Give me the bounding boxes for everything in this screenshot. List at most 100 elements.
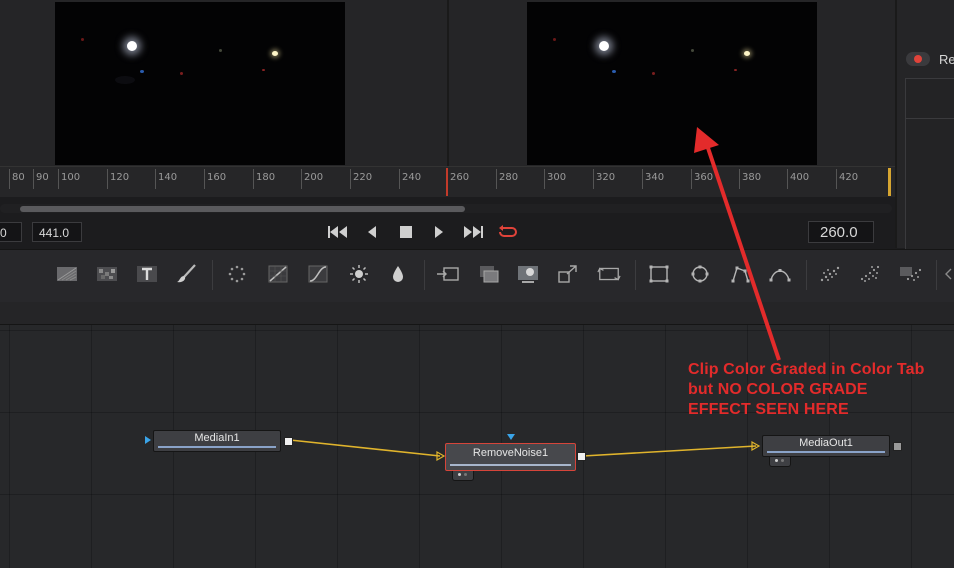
polygon-mask-icon: [731, 266, 750, 283]
ellipse-mask-tool-button[interactable]: [688, 262, 712, 286]
playhead[interactable]: [446, 168, 448, 196]
render-toggle-label: Re: [939, 52, 954, 67]
go-to-end-button[interactable]: [462, 223, 484, 241]
toolbar-separator: [635, 260, 636, 290]
ruler-tick: 160: [203, 169, 227, 189]
node-mediaout[interactable]: MediaOut1: [762, 435, 890, 457]
resize-icon: [597, 267, 621, 281]
node-removenoise[interactable]: RemoveNoise1: [445, 443, 576, 471]
more-tools-button[interactable]: [942, 262, 954, 286]
node-subtab-toggle[interactable]: [452, 471, 474, 481]
node-status-bar: [450, 464, 571, 466]
ruler-tick: 180: [252, 169, 276, 189]
skip-to-end-icon: [464, 226, 483, 238]
ruler-tick: 80: [9, 169, 25, 189]
play-icon: [435, 226, 443, 238]
viewer-right-image: [527, 2, 817, 165]
transform-tool-button[interactable]: [556, 262, 580, 286]
resize-tool-button[interactable]: [597, 262, 621, 286]
current-time-field[interactable]: 260.0: [808, 221, 874, 243]
skip-to-start-icon: [328, 226, 347, 238]
matte-control-tool-button[interactable]: [516, 262, 540, 286]
ruler-tick: 340: [641, 169, 665, 189]
ruler-tick: 300: [543, 169, 567, 189]
particle-emitter-tool-button[interactable]: [225, 262, 249, 286]
blur-tool-button[interactable]: [386, 262, 410, 286]
toolbar-separator: [936, 260, 937, 290]
transform-icon: [558, 265, 577, 283]
color-curves-tool-button[interactable]: [266, 262, 290, 286]
ruler-tick: 420: [835, 169, 859, 189]
play-reverse-icon: [368, 226, 376, 238]
go-to-start-button[interactable]: [327, 223, 349, 241]
node-mediain[interactable]: MediaIn1: [153, 430, 281, 452]
merge-icon: [437, 267, 459, 281]
viewer-left-image: [55, 2, 345, 165]
annotation-text: Clip Color Graded in Color Tab but NO CO…: [688, 360, 954, 420]
ruler-tick: 380: [738, 169, 762, 189]
node-output-port[interactable]: [284, 437, 293, 446]
annotation-line: but NO COLOR GRADE: [688, 381, 868, 398]
ruler-tick: 400: [786, 169, 810, 189]
rectangle-mask-icon: [649, 265, 669, 283]
particle-icon: [860, 265, 880, 282]
ruler-tick: 220: [349, 169, 373, 189]
text-tool-button[interactable]: [135, 262, 159, 286]
node-output-port[interactable]: [577, 452, 586, 461]
viewer-divider[interactable]: [447, 0, 449, 166]
background-tool-button[interactable]: [55, 262, 79, 286]
particle-tool-button[interactable]: [858, 262, 882, 286]
bspline-mask-tool-button[interactable]: [768, 262, 792, 286]
ruler-tick: 140: [154, 169, 178, 189]
ruler-tick: 90: [33, 169, 49, 189]
matte-control-icon: [518, 266, 538, 283]
polygon-mask-tool-button[interactable]: [728, 262, 752, 286]
node-subtab-toggle[interactable]: [769, 457, 791, 467]
step-back-button[interactable]: [361, 223, 383, 241]
blur-icon: [393, 266, 403, 282]
node-label: MediaOut1: [799, 437, 853, 449]
global-start-time-field[interactable]: 0: [0, 222, 22, 242]
render-end-marker[interactable]: [888, 168, 891, 196]
particle-render-tool-button[interactable]: [818, 262, 842, 286]
node-output-port[interactable]: [893, 442, 902, 451]
particle-style-tool-button[interactable]: [898, 262, 922, 286]
node-label: MediaIn1: [194, 432, 240, 444]
brightness-contrast-icon: [308, 265, 328, 283]
node-status-bar: [767, 451, 885, 453]
chevron-left-icon: [945, 268, 952, 280]
fast-noise-icon: [97, 267, 117, 281]
play-forward-button[interactable]: [428, 223, 450, 241]
channel-booleans-icon: [480, 266, 499, 283]
loop-button[interactable]: [496, 223, 518, 241]
timeline-scroll-thumb[interactable]: [20, 206, 465, 212]
ruler-tick: 260: [446, 169, 470, 189]
ellipse-mask-icon: [691, 265, 709, 283]
particle-style-icon: [900, 267, 922, 281]
color-corrector-icon: [350, 265, 368, 283]
render-toggle[interactable]: [906, 52, 930, 66]
ruler-tick: 280: [495, 169, 519, 189]
fast-noise-tool-button[interactable]: [95, 262, 119, 286]
brightness-contrast-tool-button[interactable]: [306, 262, 330, 286]
toolbar-separator: [424, 260, 425, 290]
node-label: RemoveNoise1: [472, 447, 549, 459]
loop-icon: [499, 225, 517, 237]
inspector-box: [905, 78, 954, 249]
ruler-tick: 200: [300, 169, 324, 189]
ruler-tick: 120: [106, 169, 130, 189]
toolbar-separator: [212, 260, 213, 290]
node-editor-header: [0, 302, 954, 325]
color-corrector-tool-button[interactable]: [347, 262, 371, 286]
inspector-divider: [906, 118, 954, 119]
merge-tool-button[interactable]: [436, 262, 460, 286]
annotation-line: EFFECT SEEN HERE: [688, 401, 849, 418]
stop-button[interactable]: [395, 223, 417, 241]
paint-tool-button[interactable]: [175, 262, 199, 286]
global-end-time-field[interactable]: 441.0: [32, 222, 82, 242]
ruler-tick: 320: [592, 169, 616, 189]
ruler-tick: 100: [57, 169, 81, 189]
channel-booleans-tool-button[interactable]: [477, 262, 501, 286]
bspline-mask-icon: [769, 269, 791, 282]
rectangle-mask-tool-button[interactable]: [647, 262, 671, 286]
